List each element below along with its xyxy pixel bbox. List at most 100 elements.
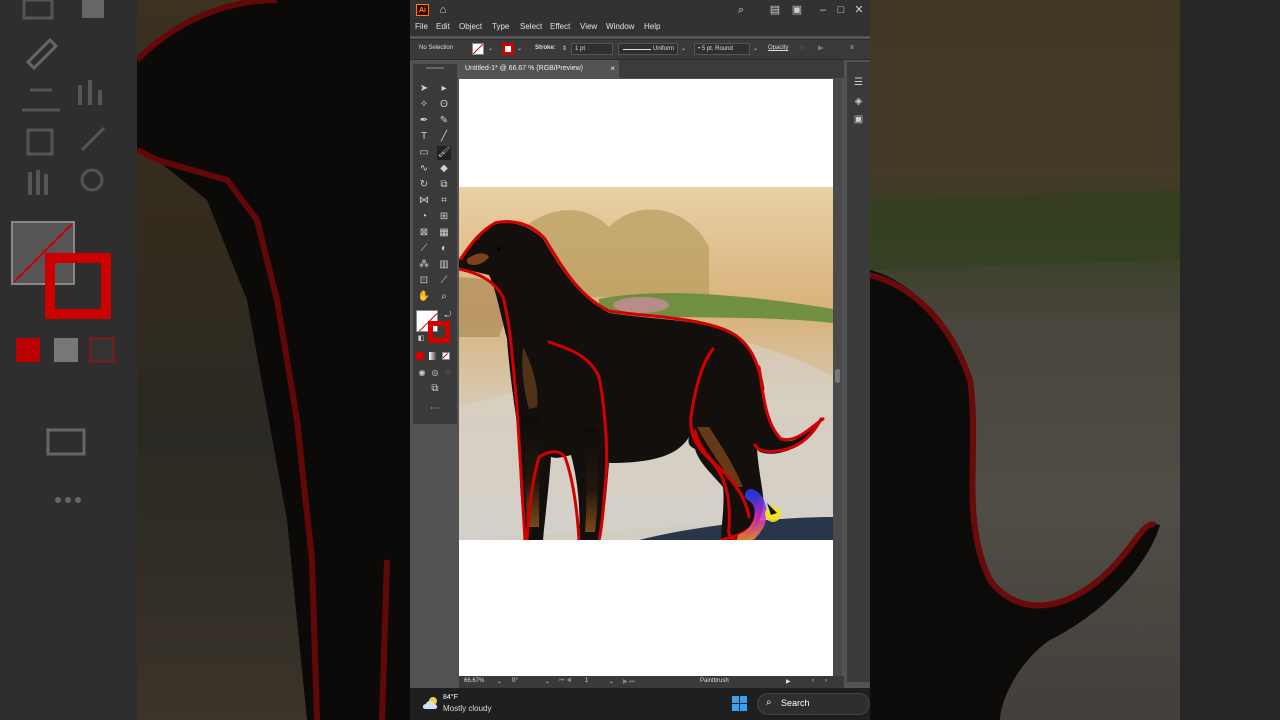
status-scroll-left-icon[interactable]: ‹	[812, 678, 814, 684]
artboard-number[interactable]: 1	[585, 678, 588, 684]
menu-view[interactable]: View	[580, 22, 597, 31]
shaper-tool-icon[interactable]: ∿	[417, 162, 431, 176]
panel-grip[interactable]	[426, 67, 444, 69]
rectangle-tool-icon[interactable]: ▭	[417, 146, 431, 160]
profile-dropdown-icon[interactable]: ⌄	[681, 45, 686, 52]
zoom-dropdown-icon[interactable]: ⌄	[497, 678, 502, 685]
width-tool-icon[interactable]: ⋈	[417, 194, 431, 208]
selection-status: No Selection	[419, 45, 454, 51]
artboard-first-prev-icon[interactable]: ⏮ ◀	[559, 678, 571, 685]
zoom-tool-icon[interactable]: ⌕	[437, 290, 451, 304]
artboard-next-last-icon[interactable]: ▶ ⏭	[623, 678, 635, 686]
fill-dropdown-icon[interactable]: ⌄	[488, 45, 493, 52]
perspective-grid-tool-icon[interactable]: ⊞	[437, 210, 451, 224]
brush-definition[interactable]: • 5 pt. Round	[694, 43, 750, 55]
taskbar-search[interactable]: ⌕ Search	[757, 693, 870, 715]
selection-tool-icon[interactable]: ➤	[417, 82, 431, 96]
profile-line-icon	[623, 49, 651, 50]
gradient-mode-icon[interactable]	[429, 352, 437, 360]
title-bar: Ai ⌂ ⌕ ▤ ▣ – □ ✕	[410, 0, 870, 21]
close-tab-icon[interactable]: ×	[610, 60, 615, 78]
menu-window[interactable]: Window	[606, 22, 634, 31]
brush-dropdown-icon[interactable]: ⌄	[753, 45, 758, 52]
screen-mode-icon[interactable]: ⧉	[428, 382, 442, 396]
stroke-swatch[interactable]	[502, 43, 514, 55]
panel-menu-icon[interactable]: ≡	[850, 45, 854, 51]
maximize-button[interactable]: □	[834, 3, 848, 17]
draw-normal-icon[interactable]: ◉	[415, 366, 429, 380]
lasso-tool-icon[interactable]: ʘ	[437, 98, 451, 112]
menu-effect[interactable]: Effect	[550, 22, 570, 31]
free-transform-tool-icon[interactable]: ⌗	[437, 194, 451, 208]
paintbrush-tool-icon[interactable]: 🖌	[437, 146, 451, 160]
arrange-documents-icon[interactable]: ▤	[768, 3, 782, 17]
close-button[interactable]: ✕	[852, 3, 866, 17]
backdrop-left-panel	[0, 0, 137, 720]
menu-file[interactable]: File	[415, 22, 428, 31]
scrollbar-thumb[interactable]	[835, 369, 840, 383]
minimize-button[interactable]: –	[816, 3, 830, 17]
draw-inside-icon[interactable]: ◌	[441, 366, 455, 380]
menu-type[interactable]: Type	[492, 22, 509, 31]
eraser-tool-icon[interactable]: ◆	[437, 162, 451, 176]
home-icon[interactable]: ⌂	[436, 3, 450, 17]
layers-panel-icon[interactable]: ◈	[852, 95, 865, 108]
recolor-icon[interactable]: ⁙	[800, 45, 805, 52]
properties-panel-icon[interactable]: ☰	[852, 76, 865, 89]
document-tab[interactable]: Untitled-1* @ 66.67 % (RGB/Preview) ×	[459, 60, 619, 78]
menu-help[interactable]: Help	[644, 22, 660, 31]
weather-temperature[interactable]: 84°F	[443, 694, 458, 701]
direct-selection-tool-icon[interactable]: ▸	[437, 82, 451, 96]
workspace-icon[interactable]: ▣	[790, 3, 804, 17]
stroke-stepper-icon[interactable]: ⇕	[562, 45, 567, 52]
windows-start-icon[interactable]	[732, 696, 747, 711]
rotate-tool-icon[interactable]: ↻	[417, 178, 431, 192]
stroke-weight-field[interactable]: 1 pt	[571, 43, 613, 55]
rotation-value[interactable]: 0°	[512, 678, 518, 684]
weather-cloud-icon[interactable]	[422, 696, 440, 710]
stroke-dropdown-icon[interactable]: ⌄	[517, 45, 522, 52]
symbol-sprayer-tool-icon[interactable]: ⁂	[417, 258, 431, 272]
vertical-scrollbar[interactable]	[833, 79, 842, 676]
curvature-tool-icon[interactable]: ✎	[437, 114, 451, 128]
zoom-level[interactable]: 66.67%	[464, 678, 484, 684]
pen-tool-icon[interactable]: ✒	[417, 114, 431, 128]
line-tool-icon[interactable]: ╱	[437, 130, 451, 144]
magic-wand-tool-icon[interactable]: ✧	[417, 98, 431, 112]
weather-condition[interactable]: Mostly cloudy	[443, 704, 491, 713]
menu-edit[interactable]: Edit	[436, 22, 450, 31]
status-scroll-right-icon[interactable]: ›	[825, 678, 827, 684]
artboard-tool-icon[interactable]: ⊡	[417, 274, 431, 288]
column-graph-tool-icon[interactable]: ▥	[437, 258, 451, 272]
draw-behind-icon[interactable]: ◎	[428, 366, 442, 380]
variable-width-profile[interactable]: Uniform	[618, 43, 678, 55]
status-menu-icon[interactable]: ▶	[786, 678, 791, 685]
libraries-panel-icon[interactable]: ▣	[852, 113, 865, 126]
brush-label: 5 pt. Round	[701, 46, 733, 52]
opacity-link[interactable]: Opacity	[768, 45, 788, 51]
search-icon[interactable]: ⌕	[734, 3, 748, 17]
shape-builder-tool-icon[interactable]: ◔	[417, 210, 431, 224]
hand-tool-icon[interactable]: ✋	[417, 290, 431, 304]
blend-tool-icon[interactable]: ◐	[437, 242, 451, 256]
stroke-label[interactable]: Stroke:	[535, 45, 556, 51]
default-colors-icon[interactable]: ◧	[414, 332, 428, 346]
gradient-tool-icon[interactable]: ▦	[437, 226, 451, 240]
color-mode-icon[interactable]	[416, 352, 424, 360]
rotation-dropdown-icon[interactable]: ⌄	[545, 678, 550, 685]
edit-toolbar-icon[interactable]: ⋯	[428, 402, 442, 416]
mesh-tool-icon[interactable]: ⊠	[417, 226, 431, 240]
none-mode-icon[interactable]	[442, 352, 450, 360]
swap-colors-icon[interactable]: ⤾	[441, 308, 455, 322]
eyedropper-tool-icon[interactable]: ⟋	[417, 242, 431, 256]
menu-object[interactable]: Object	[459, 22, 482, 31]
align-icon[interactable]: ⊫	[818, 45, 823, 52]
slice-tool-icon[interactable]: ⟋	[437, 274, 451, 288]
stroke-color-box[interactable]	[428, 321, 450, 343]
fill-swatch[interactable]	[472, 43, 484, 55]
menu-select[interactable]: Select	[520, 22, 542, 31]
artboard-dropdown-icon[interactable]: ⌄	[609, 678, 614, 685]
artboard[interactable]	[459, 79, 833, 676]
type-tool-icon[interactable]: T	[417, 130, 431, 144]
scale-tool-icon[interactable]: ⧉	[437, 178, 451, 192]
